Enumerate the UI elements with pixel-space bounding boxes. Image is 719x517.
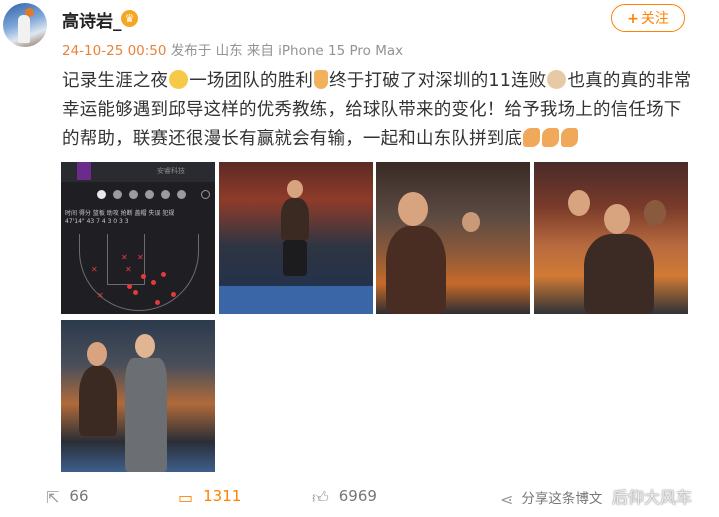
player-jersey — [386, 226, 446, 314]
player-head — [568, 190, 590, 216]
share-post-label: 分享这条博文 — [521, 491, 603, 507]
post-meta: 24-10-25 00:50 发布于 山东 来自 iPhone 15 Pro M… — [62, 39, 403, 59]
player-head — [398, 192, 428, 226]
crown-badge-icon: ♛ — [121, 10, 138, 27]
like-action[interactable]: 👍︎ 6969 — [312, 487, 377, 508]
plus-icon: + — [627, 11, 639, 27]
missed-shot-marker: ✕ — [121, 253, 128, 262]
period-dot[interactable] — [113, 190, 122, 199]
missed-shot-marker: ✕ — [125, 265, 132, 274]
muscle-emoji-icon — [542, 128, 560, 147]
player-photo-1[interactable] — [219, 162, 373, 314]
court-floor — [219, 286, 373, 314]
follow-button[interactable]: + 关注 — [611, 4, 685, 32]
comment-count: 1311 — [203, 487, 242, 505]
close-icon[interactable] — [201, 190, 210, 199]
thumbs-up-icon: 👍︎ — [312, 488, 329, 507]
period-dot[interactable] — [177, 190, 186, 199]
missed-shot-marker: ✕ — [97, 291, 104, 300]
player-jersey — [281, 198, 309, 240]
shot-chart-image[interactable]: 安睿科技 时间 得分 篮板 助攻 抢断 盖帽 失误 犯规 47'14" 43 7… — [61, 162, 215, 314]
muscle-emoji-icon — [523, 128, 541, 147]
chart-brand: 安睿科技 — [157, 167, 185, 175]
made-shot-marker — [151, 280, 156, 285]
grin-emoji-icon — [169, 70, 189, 89]
period-dot-active[interactable] — [97, 190, 106, 199]
player-jersey — [584, 234, 654, 314]
like-count: 6969 — [338, 487, 377, 505]
post-text: 记录生涯之夜 一场团队的胜利 终于打破了对深圳的11连败 也真的真的非常幸运能够遇到邱… — [62, 67, 692, 154]
made-shot-marker — [161, 272, 166, 277]
pray-face-emoji-icon — [547, 70, 567, 89]
period-dot[interactable] — [129, 190, 138, 199]
username[interactable]: 高诗岩_ — [62, 7, 122, 32]
period-dot[interactable] — [161, 190, 170, 199]
player-shorts — [283, 240, 307, 276]
post-location: 发布于 山东 — [170, 43, 243, 59]
ok-hand-emoji-icon — [314, 70, 329, 89]
share-icon: ⇱ — [46, 488, 60, 507]
period-dot[interactable] — [145, 190, 154, 199]
team-logo-mark — [77, 162, 91, 180]
post-text-seg-1: 记录生涯之夜 — [62, 71, 169, 91]
post-time[interactable]: 24-10-25 00:50 — [62, 43, 166, 59]
post-text-seg-2: 一场团队的胜利 — [189, 71, 314, 91]
made-shot-marker — [171, 292, 176, 297]
player-coach-photo[interactable] — [61, 320, 215, 472]
post-text-seg-3: 终于打破了对深圳的11连败 — [329, 71, 547, 91]
coach-suit — [125, 358, 167, 472]
share-nodes-icon: ⋖ — [500, 490, 514, 509]
missed-shot-marker: ✕ — [137, 253, 144, 262]
watermark: 后仰大风车 — [612, 488, 693, 507]
player-photo-2[interactable] — [376, 162, 530, 314]
made-shot-marker — [133, 290, 138, 295]
stats-values: 47'14" 43 7 4 3 0 3 3 — [65, 218, 129, 225]
player-jersey — [79, 366, 117, 436]
player-head — [604, 204, 630, 234]
follow-label: 关注 — [640, 11, 669, 27]
made-shot-marker — [155, 300, 160, 305]
player-head — [87, 342, 107, 366]
share-post-action[interactable]: ⋖ 分享这条博文 — [500, 487, 602, 509]
muscle-emoji-icon — [561, 128, 579, 147]
missed-shot-marker: ✕ — [91, 265, 98, 274]
player-head — [287, 180, 303, 198]
comment-action[interactable]: ▭ 1311 — [178, 487, 241, 507]
crowd-face — [462, 212, 480, 232]
stats-header: 时间 得分 篮板 助攻 抢断 盖帽 失误 犯规 — [65, 210, 175, 217]
coach-head — [135, 334, 155, 358]
share-count: 66 — [69, 487, 89, 505]
share-action[interactable]: ⇱ 66 — [46, 487, 89, 507]
made-shot-marker — [127, 284, 132, 289]
comment-icon: ▭ — [178, 488, 194, 507]
made-shot-marker — [141, 274, 146, 279]
player-head — [644, 200, 666, 226]
team-celebration-photo[interactable] — [534, 162, 688, 314]
avatar[interactable] — [3, 3, 47, 47]
avatar-figure — [18, 15, 30, 43]
post-device: 来自 iPhone 15 Pro Max — [246, 43, 404, 59]
